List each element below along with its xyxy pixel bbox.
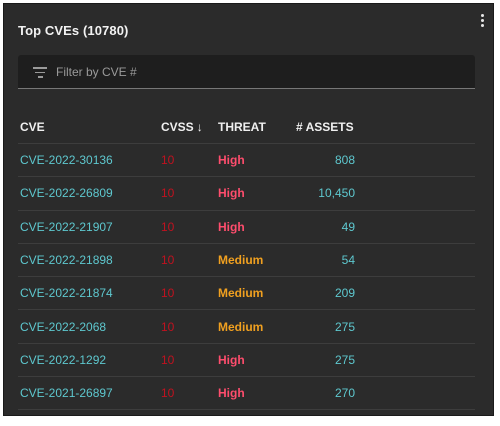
asset-count[interactable]: 10,450 (278, 186, 355, 200)
cve-link[interactable]: CVE-2022-21898 (20, 253, 113, 267)
table-body: CVE-2022-30136 10 High 808 CVE-2022-26809 10 H… (18, 144, 475, 411)
cvss-score: 10 (161, 319, 175, 334)
filter-list-icon (32, 67, 48, 79)
asset-count[interactable]: 270 (278, 386, 355, 400)
asset-count[interactable]: 275 (278, 320, 355, 334)
cve-link[interactable]: CVE-2022-21907 (20, 220, 113, 234)
threat-level: Medium (218, 319, 264, 334)
table-row[interactable]: CVE-2021-26897 10 High 270 (18, 377, 475, 411)
table-row[interactable]: CVE-2022-2068 10 Medium 275 (18, 310, 475, 344)
threat-level: High (218, 386, 245, 401)
table-row[interactable]: CVE-2022-30136 10 High 808 (18, 144, 475, 178)
cve-table: CVE CVSS ↓ THREAT # ASSETS CVE-2022-30136… (18, 110, 475, 411)
kebab-vertical-icon[interactable] (477, 14, 487, 32)
asset-count[interactable]: 275 (278, 353, 355, 367)
table-row[interactable]: CVE-2022-21907 10 High 49 (18, 211, 475, 244)
top-cves-card: Top CVEs (10780) CVE CVSS↓ THREAT # ASSE… (3, 3, 494, 416)
cvss-score: 10 (161, 186, 175, 201)
asset-count[interactable]: 209 (278, 286, 355, 300)
filter-cve-input[interactable] (56, 63, 456, 81)
cve-link[interactable]: CVE-2022-26809 (20, 186, 113, 200)
table-row[interactable]: CVE-2022-21874 10 Medium 209 (18, 277, 475, 311)
filter-bar (18, 55, 475, 89)
cvss-score: 10 (161, 286, 175, 301)
threat-level: High (218, 153, 245, 168)
cvss-score: 10 (161, 253, 175, 268)
cve-link[interactable]: CVE-2022-1292 (20, 353, 106, 367)
cve-link[interactable]: CVE-2021-26897 (20, 386, 113, 400)
table-row[interactable]: CVE-2022-1292 10 High 275 (18, 344, 475, 378)
cve-link[interactable]: CVE-2022-21874 (20, 286, 113, 300)
asset-count[interactable]: 49 (278, 220, 355, 234)
cvss-score: 10 (161, 153, 175, 168)
column-header-cve[interactable]: CVE (20, 120, 45, 134)
threat-level: High (218, 186, 245, 201)
threat-level: High (218, 219, 245, 234)
table-row[interactable]: CVE-2022-21898 10 Medium 54 (18, 244, 475, 278)
table-row[interactable]: CVE-2022-26809 10 High 10,450 (18, 177, 475, 211)
asset-count[interactable]: 54 (278, 253, 355, 267)
cvss-score: 10 (161, 352, 175, 367)
column-header-threat[interactable]: THREAT (218, 120, 266, 134)
threat-level: Medium (218, 253, 264, 268)
table-header-row: CVE CVSS ↓ THREAT # ASSETS (18, 110, 475, 144)
cvss-score: 10 (161, 386, 175, 401)
cve-link[interactable]: CVE-2022-30136 (20, 153, 113, 167)
threat-level: Medium (218, 286, 264, 301)
cve-link[interactable]: CVE-2022-2068 (20, 320, 106, 334)
column-header-cvss[interactable]: CVSS ↓ (161, 120, 203, 134)
threat-level: High (218, 352, 245, 367)
asset-count[interactable]: 808 (278, 153, 355, 167)
card-title: Top CVEs (10780) (18, 23, 129, 38)
cvss-score: 10 (161, 219, 175, 234)
column-header-assets[interactable]: # ASSETS (296, 120, 354, 134)
column-header-cvss-label: CVSS (161, 119, 194, 134)
sort-descending-icon: ↓ (196, 119, 203, 134)
